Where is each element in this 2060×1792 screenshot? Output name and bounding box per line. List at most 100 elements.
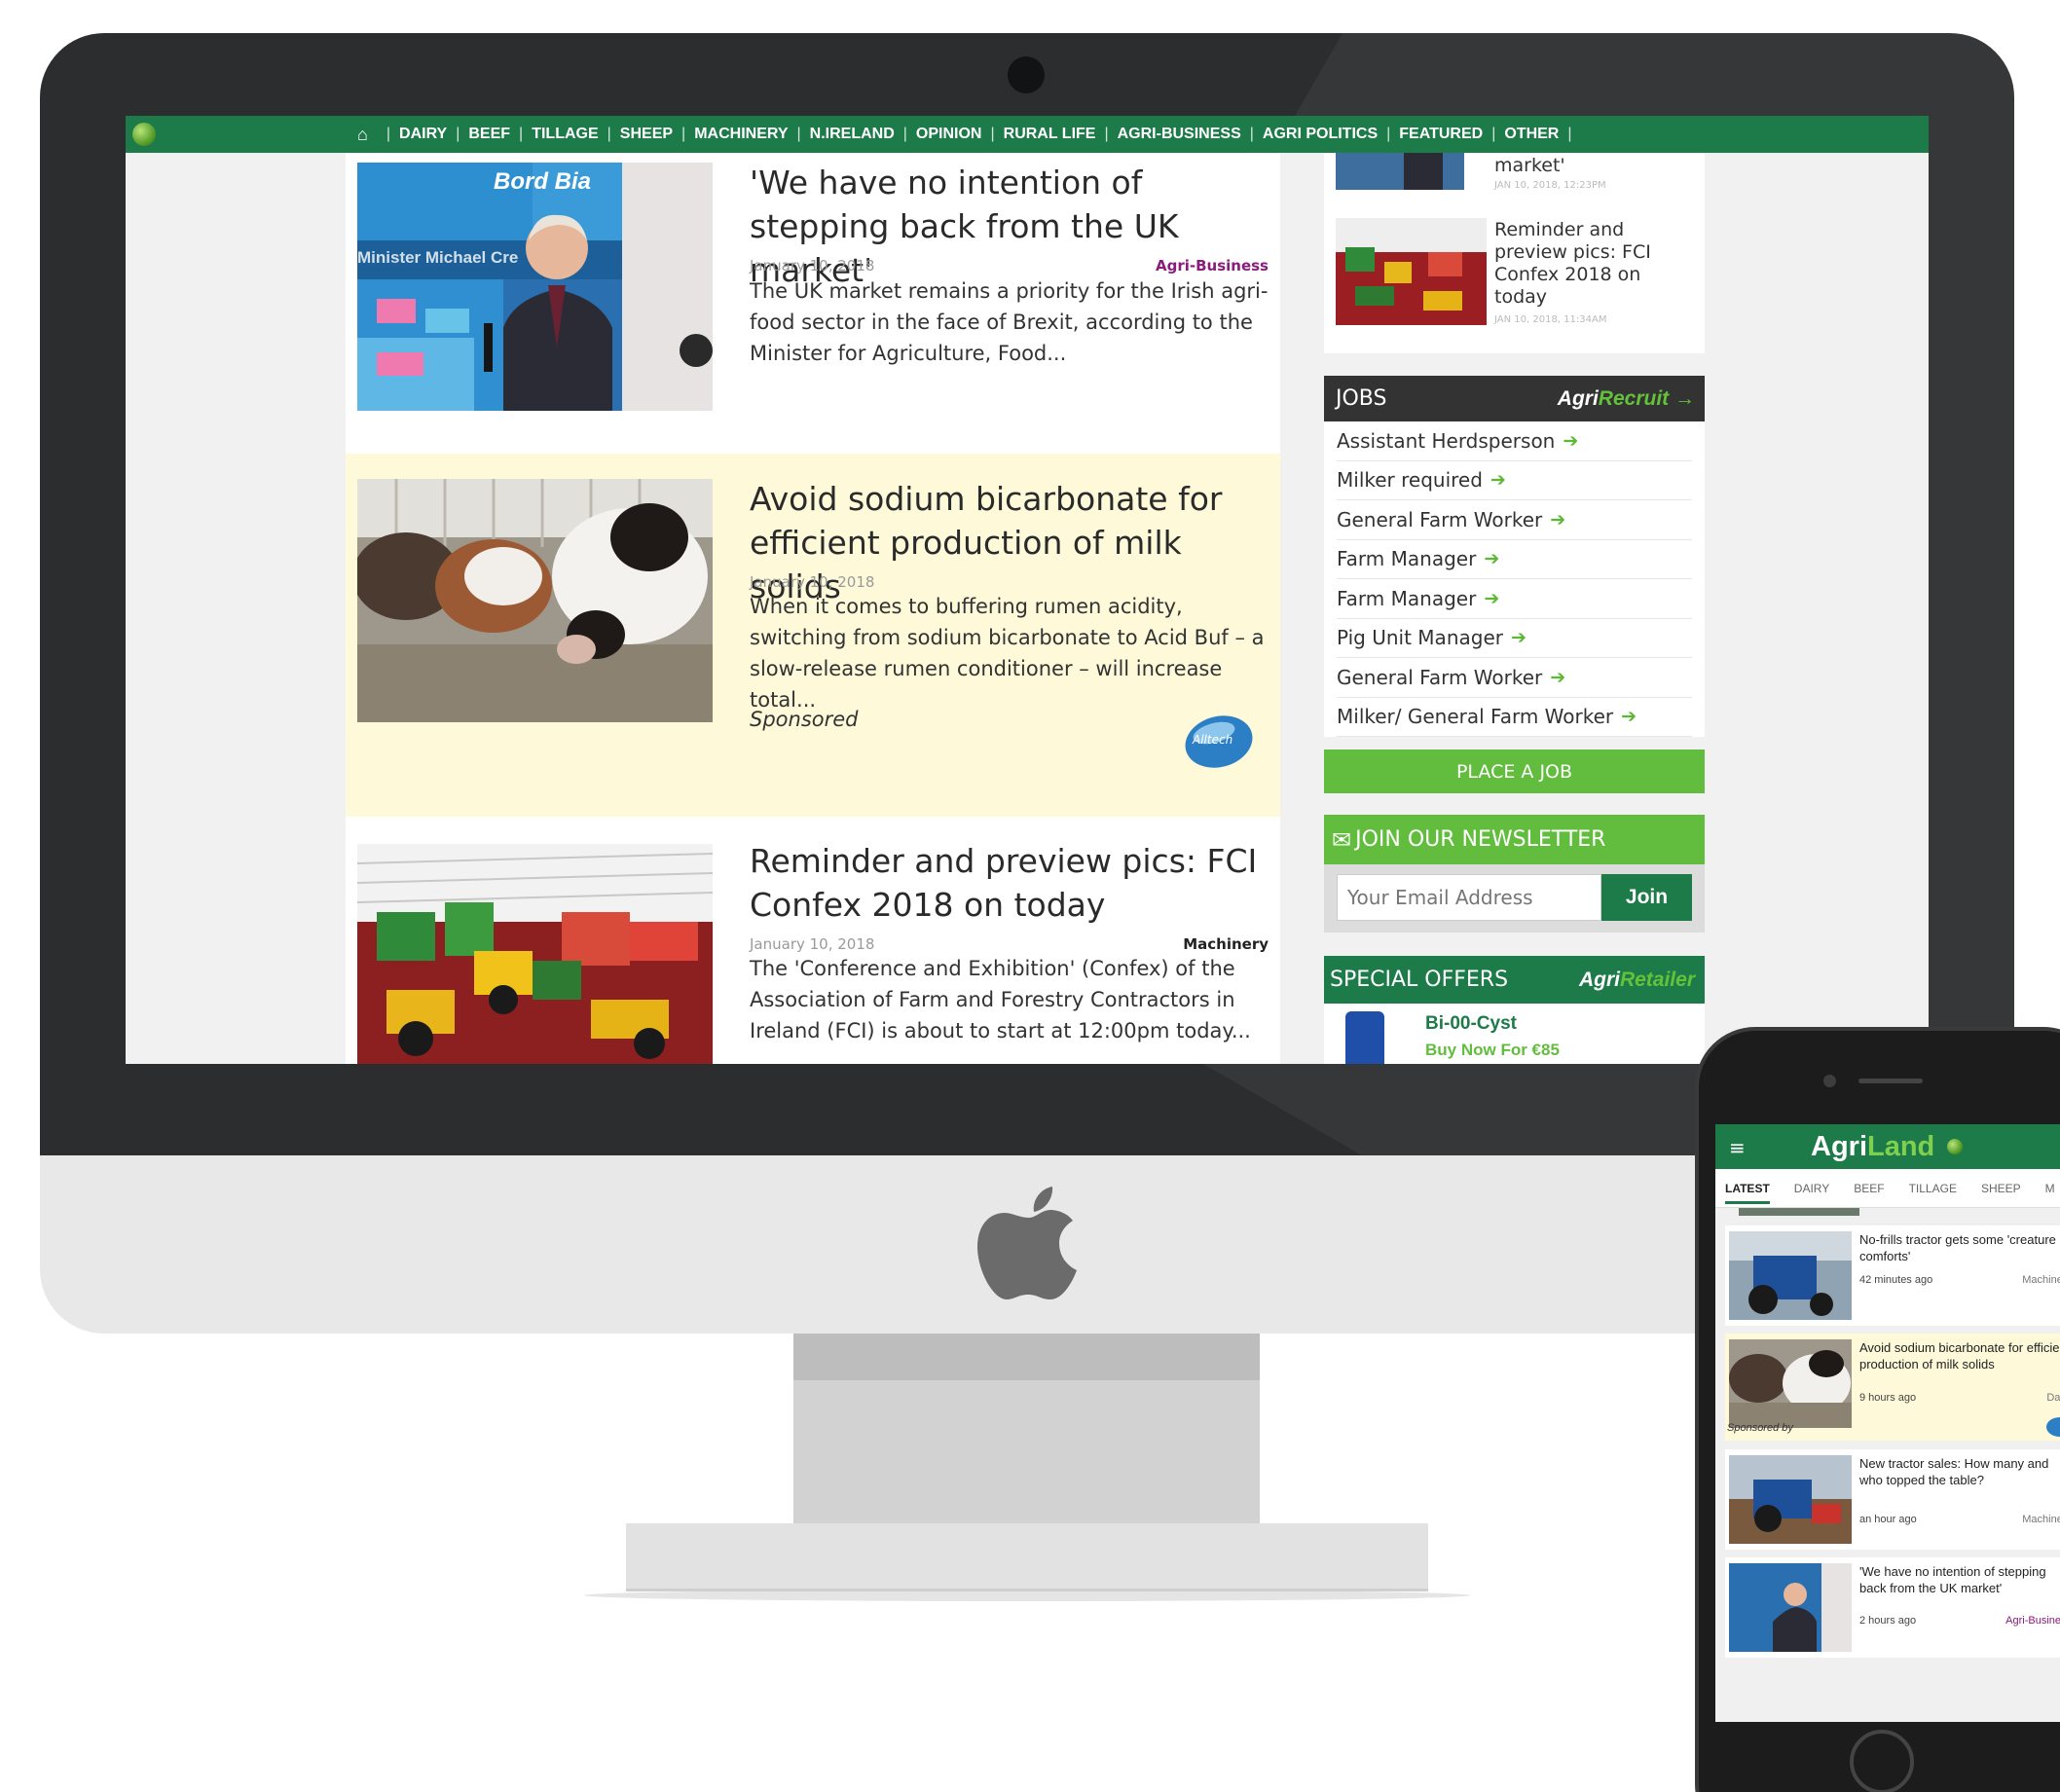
job-item[interactable]: Pig Unit Manager ➔ xyxy=(1337,619,1692,658)
article-thumbnail[interactable] xyxy=(357,479,713,722)
article-category[interactable]: Agri-Business xyxy=(2005,1615,2060,1627)
article-title[interactable]: Reminder and preview pics: FCI Confex 20… xyxy=(750,839,1275,927)
top-navigation: ⌂ | DAIRY | BEEF | TILLAGE | SHEEP | MACHINERY | N.… xyxy=(126,116,1929,153)
email-input[interactable] xyxy=(1337,874,1601,921)
nav-separator: | xyxy=(796,126,801,142)
nav-link-dairy[interactable]: DAIRY xyxy=(399,126,447,143)
desktop-screen: ⌂ | DAIRY | BEEF | TILLAGE | SHEEP | MACHINERY | N.… xyxy=(126,116,1929,1064)
article-thumbnail[interactable] xyxy=(1729,1339,1852,1428)
tab-sheep[interactable]: SHEEP xyxy=(1981,1182,2021,1195)
nav-link-agri-politics[interactable]: AGRI POLITICS xyxy=(1263,126,1378,143)
agri-recruit-logo[interactable]: AgriRecruit → xyxy=(1558,387,1695,411)
join-button[interactable]: Join xyxy=(1601,874,1692,921)
image-overlay-text: Bord Bia xyxy=(494,168,592,195)
recent-thumbnail[interactable] xyxy=(1336,153,1464,190)
article-thumbnail[interactable] xyxy=(357,844,713,1064)
nav-separator: | xyxy=(1386,126,1391,142)
imac-stand-neck xyxy=(793,1334,1260,1523)
phone-speaker xyxy=(1858,1079,1923,1083)
hamburger-menu-icon[interactable]: ≡ xyxy=(1729,1136,1746,1159)
phone-camera xyxy=(1823,1075,1836,1087)
article-time: 42 minutes ago xyxy=(1859,1274,1933,1286)
tab-beef[interactable]: BEEF xyxy=(1854,1182,1884,1195)
article-category[interactable]: Machinery xyxy=(1183,935,1269,953)
article-category[interactable]: Dairy xyxy=(2046,1392,2060,1404)
sponsored-by-label: Sponsored by xyxy=(1727,1422,1793,1434)
tab-dairy[interactable]: DAIRY xyxy=(1794,1182,1829,1195)
product-offer[interactable]: Buy Now For €85 xyxy=(1425,1041,1560,1060)
product-bottle-icon[interactable] xyxy=(1345,1011,1384,1064)
product-name[interactable]: Bi-00-Cyst xyxy=(1425,1013,1517,1035)
article-card[interactable]: Bord Bia Minister Michael Cre 'We have n… xyxy=(346,153,1280,432)
newsletter-header: ✉ JOIN OUR NEWSLETTER xyxy=(1324,815,1705,864)
article-title[interactable]: Avoid sodium bicarbonate for efficient p… xyxy=(1859,1339,2060,1372)
article-category[interactable]: Agri-Business xyxy=(1156,257,1269,274)
mobile-article-card[interactable]: No-frills tractor gets some 'creature co… xyxy=(1725,1225,2060,1326)
tab-m[interactable]: M xyxy=(2045,1182,2055,1195)
mobile-screen: ≡ AgriLand LATEST DAIRY BEEF TILLAGE SHEEP M … xyxy=(1715,1124,2060,1722)
job-title: Farm Manager xyxy=(1337,547,1477,571)
brand-part-b: Recruit xyxy=(1598,387,1670,410)
job-item[interactable]: Milker required ➔ xyxy=(1337,461,1692,500)
mobile-tabs: LATEST DAIRY BEEF TILLAGE SHEEP M xyxy=(1715,1169,2060,1208)
mobile-sponsored-card[interactable]: Avoid sodium bicarbonate for efficient p… xyxy=(1725,1334,2060,1441)
nav-link-sheep[interactable]: SHEEP xyxy=(620,126,673,143)
arrow-right-icon: ➔ xyxy=(1621,706,1637,728)
article-excerpt: When it comes to buffering rumen acidity… xyxy=(750,595,1265,712)
article-title[interactable]: 'We have no intention of stepping back f… xyxy=(1859,1563,2060,1596)
recent-meta: JAN 10, 2018, 12:23PM xyxy=(1494,180,1606,191)
job-title: Pig Unit Manager xyxy=(1337,626,1503,650)
jobs-header: JOBS AgriRecruit → xyxy=(1324,376,1705,421)
sponsor-logo-icon[interactable]: Alltech xyxy=(1183,710,1255,770)
job-item[interactable]: Milker/ General Farm Worker ➔ xyxy=(1337,698,1692,737)
article-category[interactable]: Machinery xyxy=(2022,1514,2060,1525)
article-excerpt: The UK market remains a priority for the… xyxy=(750,279,1269,365)
article-title[interactable]: New tractor sales: How many and who topp… xyxy=(1859,1455,2060,1488)
nav-link-tillage[interactable]: TILLAGE xyxy=(532,126,598,143)
nav-link-other[interactable]: OTHER xyxy=(1504,126,1559,143)
job-title: Assistant Herdsperson xyxy=(1337,428,1556,453)
job-item[interactable]: General Farm Worker ➔ xyxy=(1337,500,1692,540)
agri-retailer-logo[interactable]: AgriRetailer xyxy=(1579,969,1695,992)
article-excerpt: The 'Conference and Exhibition' (Confex)… xyxy=(750,957,1251,1042)
article-thumbnail[interactable] xyxy=(1729,1231,1852,1320)
article-time: an hour ago xyxy=(1859,1514,1917,1525)
recent-title[interactable]: Reminder and preview pics: FCI Confex 20… xyxy=(1494,219,1665,309)
nav-link-agri-business[interactable]: AGRI-BUSINESS xyxy=(1118,126,1241,143)
nav-link-featured[interactable]: FEATURED xyxy=(1399,126,1483,143)
nav-link-n-ireland[interactable]: N.IRELAND xyxy=(810,126,895,143)
nav-link-machinery[interactable]: MACHINERY xyxy=(694,126,788,143)
article-thumbnail[interactable] xyxy=(1729,1563,1852,1652)
job-item[interactable]: Farm Manager ➔ xyxy=(1337,579,1692,619)
article-list: Bord Bia Minister Michael Cre 'We have n… xyxy=(346,153,1280,1064)
tab-latest[interactable]: LATEST xyxy=(1725,1182,1770,1204)
place-job-button[interactable]: PLACE A JOB xyxy=(1324,750,1705,793)
article-category[interactable]: Machinery xyxy=(2022,1274,2060,1286)
nav-link-opinion[interactable]: OPINION xyxy=(916,126,982,143)
agriland-logo[interactable]: AgriLand xyxy=(1811,1131,1934,1163)
imac-stand-foot xyxy=(626,1523,1428,1591)
article-thumbnail[interactable]: Bord Bia Minister Michael Cre xyxy=(357,163,713,411)
job-item[interactable]: General Farm Worker ➔ xyxy=(1337,658,1692,698)
recent-thumbnail[interactable] xyxy=(1336,218,1487,325)
mobile-article-card[interactable]: 'We have no intention of stepping back f… xyxy=(1725,1557,2060,1658)
article-title[interactable]: No-frills tractor gets some 'creature co… xyxy=(1859,1231,2060,1264)
special-offers-title: SPECIAL OFFERS xyxy=(1330,968,1509,992)
recent-title[interactable]: market' xyxy=(1494,154,1565,177)
sponsor-logo-icon[interactable] xyxy=(2046,1417,2060,1437)
envelope-icon: ✉ xyxy=(1332,825,1352,854)
tab-tillage[interactable]: TILLAGE xyxy=(1909,1182,1957,1195)
nav-link-rural-life[interactable]: RURAL LIFE xyxy=(1004,126,1096,143)
home-button[interactable] xyxy=(1850,1730,1914,1792)
brand-part-a: Agri xyxy=(1578,969,1620,991)
mobile-article-card[interactable]: New tractor sales: How many and who topp… xyxy=(1725,1449,2060,1550)
home-icon[interactable]: ⌂ xyxy=(357,125,368,145)
nav-separator: | xyxy=(1104,126,1109,142)
globe-logo-icon[interactable] xyxy=(132,123,156,146)
nav-link-beef[interactable]: BEEF xyxy=(468,126,510,143)
article-card[interactable]: Reminder and preview pics: FCI Confex 20… xyxy=(346,817,1280,1064)
article-thumbnail[interactable] xyxy=(1729,1455,1852,1544)
job-item[interactable]: Farm Manager ➔ xyxy=(1337,540,1692,579)
job-item[interactable]: Assistant Herdsperson ➔ xyxy=(1337,421,1692,461)
sponsored-article-card[interactable]: Avoid sodium bicarbonate for efficient p… xyxy=(346,454,1280,817)
